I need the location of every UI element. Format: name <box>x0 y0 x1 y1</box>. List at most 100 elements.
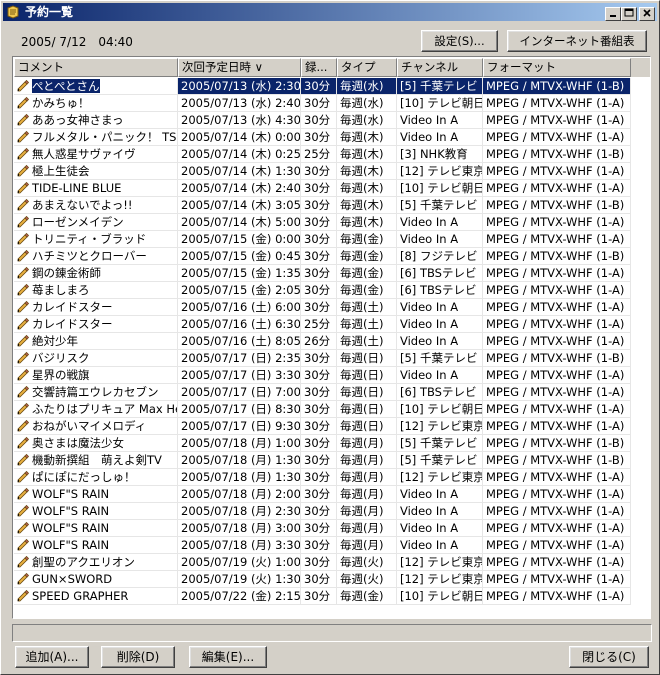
table-row[interactable]: GUN×SWORD 2005/07/19 (火) 1:30 30分 毎週(火) [12]… <box>14 571 650 588</box>
cell-col-next-datetime: 2005/07/19 (火) 1:30 <box>178 571 301 588</box>
table-row[interactable]: フルメタル・パニック！ TSR 2005/07/14 (木) 0:00 30分 毎週(… <box>14 129 650 146</box>
table-row[interactable]: WOLF"S RAIN 2005/07/18 (月) 2:30 30分 毎週(月) Vi… <box>14 503 650 520</box>
cell-col-channel: [10] テレビ朝日 <box>397 95 483 112</box>
table-row[interactable]: ハチミツとクローバー 2005/07/15 (金) 0:45 30分 毎週(金) [8]… <box>14 248 650 265</box>
cell-col-next-datetime: 2005/07/22 (金) 2:15 <box>178 588 301 605</box>
pencil-icon <box>17 385 30 398</box>
table-row[interactable]: SPEED GRAPHER 2005/07/22 (金) 2:15 30分 毎週(金)… <box>14 588 650 605</box>
minimize-button[interactable] <box>605 7 621 21</box>
cell-col-comment: WOLF"S RAIN <box>14 503 178 520</box>
internet-guide-button[interactable]: インターネット番組表(I)... <box>507 30 647 68</box>
pencil-icon <box>17 436 30 449</box>
delete-button[interactable]: 削除(D) <box>101 646 175 668</box>
cell-col-format: MPEG / MTVX-WHF (1-A) <box>483 180 631 197</box>
table-row[interactable]: トリニティ・ブラッド 2005/07/15 (金) 0:00 30分 毎週(金) Vid… <box>14 231 650 248</box>
edit-button[interactable]: 編集(E)... <box>189 646 267 668</box>
cell-col-channel: [5] 千葉テレビ <box>397 78 483 95</box>
table-row[interactable]: 創聖のアクエリオン 2005/07/19 (火) 1:00 30分 毎週(火) [12]… <box>14 554 650 571</box>
row-comment-text: 星界の戦旗 <box>32 368 90 382</box>
cell-col-channel: [12] テレビ東京 <box>397 163 483 180</box>
table-row[interactable]: WOLF"S RAIN 2005/07/18 (月) 3:30 30分 毎週(月) Vi… <box>14 537 650 554</box>
row-comment-text: トリニティ・ブラッド <box>32 232 147 246</box>
cell-col-format: MPEG / MTVX-WHF (1-A) <box>483 299 631 316</box>
cell-col-next-datetime: 2005/07/16 (土) 8:05 <box>178 333 301 350</box>
cell-col-duration: 30分 <box>301 180 337 197</box>
cell-col-next-datetime: 2005/07/15 (金) 1:35 <box>178 265 301 282</box>
settings-button[interactable]: 設定(S)... <box>421 30 498 52</box>
pencil-icon <box>17 164 30 177</box>
pencil-icon <box>17 504 30 517</box>
header-col-duration[interactable]: 録... <box>301 58 337 77</box>
cell-col-format: MPEG / MTVX-WHF (1-B) <box>483 435 631 452</box>
table-row[interactable]: 機動新撰組 萌えよ剣TV 2005/07/18 (月) 1:30 30分 毎週(月)[… <box>14 452 650 469</box>
pencil-icon <box>17 555 30 568</box>
row-comment-text: 創聖のアクエリオン <box>32 555 135 569</box>
cell-col-format: MPEG / MTVX-WHF (1-A) <box>483 520 631 537</box>
cell-col-comment: カレイドスター <box>14 299 178 316</box>
table-row[interactable]: あまえないでよっ!! 2005/07/14 (木) 3:05 30分 毎週(木) [5]… <box>14 197 650 214</box>
maximize-button[interactable] <box>621 7 637 21</box>
cell-col-type: 毎週(金) <box>337 588 397 605</box>
title-bar[interactable]: 予約一覧 <box>3 3 657 21</box>
table-row[interactable]: TIDE-LINE BLUE 2005/07/14 (木) 2:40 30分 毎週(木… <box>14 180 650 197</box>
table-row[interactable]: WOLF"S RAIN 2005/07/18 (月) 2:00 30分 毎週(月) Vi… <box>14 486 650 503</box>
row-comment-text: WOLF"S RAIN <box>32 504 110 518</box>
add-button[interactable]: 追加(A)... <box>15 646 89 668</box>
cell-col-duration: 30分 <box>301 469 337 486</box>
table-row[interactable]: 絶対少年 2005/07/16 (土) 8:05 26分 毎週(土) Video In … <box>14 333 650 350</box>
table-row[interactable]: 極上生徒会 2005/07/14 (木) 1:30 30分 毎週(木) [12] テレビ… <box>14 163 650 180</box>
close-button[interactable]: 閉じる(C) <box>569 646 649 668</box>
cell-col-comment: ああっ女神さまっ <box>14 112 178 129</box>
table-row[interactable]: かみちゅ！ 2005/07/13 (水) 2:40 30分 毎週(水) [10] テレビ… <box>14 95 650 112</box>
table-row[interactable]: ぺとぺとさん 2005/07/13 (水) 2:30 30分 毎週(水) [5] 千葉テ… <box>14 78 650 95</box>
reservation-list[interactable]: コメント 次回予定日時 ∨ 録... タイプ チャンネル フォーマット ぺとぺとさん 200… <box>12 56 651 619</box>
pencil-icon <box>17 334 30 347</box>
pencil-icon <box>17 147 30 160</box>
table-row[interactable]: WOLF"S RAIN 2005/07/18 (月) 3:00 30分 毎週(月) Vi… <box>14 520 650 537</box>
header-col-format[interactable]: フォーマット <box>483 58 631 77</box>
cell-col-duration: 30分 <box>301 197 337 214</box>
header-col-next-datetime[interactable]: 次回予定日時 ∨ <box>178 58 301 77</box>
cell-col-type: 毎週(土) <box>337 299 397 316</box>
cell-col-comment: あまえないでよっ!! <box>14 197 178 214</box>
cell-col-format: MPEG / MTVX-WHF (1-A) <box>483 469 631 486</box>
header-col-type[interactable]: タイプ <box>337 58 397 77</box>
table-row[interactable]: カレイドスター 2005/07/16 (土) 6:30 25分 毎週(土) Video … <box>14 316 650 333</box>
table-row[interactable]: 無人惑星サヴァイヴ 2005/07/14 (木) 0:25 25分 毎週(木) [3] … <box>14 146 650 163</box>
table-row[interactable]: 星界の戦旗 2005/07/17 (日) 3:30 30分 毎週(日) Video In… <box>14 367 650 384</box>
cell-col-comment: 星界の戦旗 <box>14 367 178 384</box>
row-comment-text: 交響詩篇エウレカセブン <box>32 385 159 399</box>
table-row[interactable]: ローゼンメイデン 2005/07/14 (木) 5:00 30分 毎週(木) Video… <box>14 214 650 231</box>
table-row[interactable]: おねがいマイメロディ 2005/07/17 (日) 9:30 30分 毎週(日) [12… <box>14 418 650 435</box>
table-row[interactable]: 奥さまは魔法少女 2005/07/18 (月) 1:00 30分 毎週(月) [5] 千… <box>14 435 650 452</box>
cell-col-format: MPEG / MTVX-WHF (1-A) <box>483 112 631 129</box>
cell-col-format: MPEG / MTVX-WHF (1-A) <box>483 129 631 146</box>
row-comment-text: あまえないでよっ!! <box>32 198 133 212</box>
table-row[interactable]: カレイドスター 2005/07/16 (土) 6:00 30分 毎週(土) Video … <box>14 299 650 316</box>
header-col-comment[interactable]: コメント <box>14 58 178 77</box>
cell-col-duration: 30分 <box>301 214 337 231</box>
table-row[interactable]: ふたりはプリキュア Max Heart2005/07/17 (日) 8:3030… <box>14 401 650 418</box>
close-window-button[interactable] <box>639 7 655 21</box>
cell-col-next-datetime: 2005/07/14 (木) 0:25 <box>178 146 301 163</box>
cell-col-format: MPEG / MTVX-WHF (1-B) <box>483 452 631 469</box>
table-row[interactable]: 鋼の錬金術師 2005/07/15 (金) 1:35 30分 毎週(金) [6] TBS… <box>14 265 650 282</box>
cell-col-format: MPEG / MTVX-WHF (1-B) <box>483 146 631 163</box>
close-icon <box>643 9 651 17</box>
cell-col-type: 毎週(月) <box>337 469 397 486</box>
cell-col-comment: SPEED GRAPHER <box>14 588 178 605</box>
table-row[interactable]: 交響詩篇エウレカセブン 2005/07/17 (日) 7:00 30分 毎週(日) [6… <box>14 384 650 401</box>
cell-col-next-datetime: 2005/07/17 (日) 8:30 <box>178 401 301 418</box>
table-row[interactable]: ああっ女神さまっ 2005/07/13 (水) 4:30 30分 毎週(水) Video… <box>14 112 650 129</box>
cell-col-type: 毎週(日) <box>337 350 397 367</box>
cell-col-comment: フルメタル・パニック！ TSR <box>14 129 178 146</box>
current-datetime: 2005/ 7/12 04:40 <box>21 35 133 49</box>
cell-col-next-datetime: 2005/07/14 (木) 3:05 <box>178 197 301 214</box>
table-row[interactable]: 苺ましまろ 2005/07/15 (金) 2:05 30分 毎週(金) [6] TBSテ… <box>14 282 650 299</box>
table-row[interactable]: ぱにぽにだっしゅ！ 2005/07/18 (月) 1:30 30分 毎週(月) [12]… <box>14 469 650 486</box>
table-row[interactable]: バジリスク 2005/07/17 (日) 2:35 30分 毎週(日) [5] 千葉テレ… <box>14 350 650 367</box>
row-comment-text: ハチミツとクローバー <box>32 249 147 263</box>
cell-col-format: MPEG / MTVX-WHF (1-A) <box>483 231 631 248</box>
header-col-channel[interactable]: チャンネル <box>397 58 483 77</box>
cell-col-comment: WOLF"S RAIN <box>14 520 178 537</box>
